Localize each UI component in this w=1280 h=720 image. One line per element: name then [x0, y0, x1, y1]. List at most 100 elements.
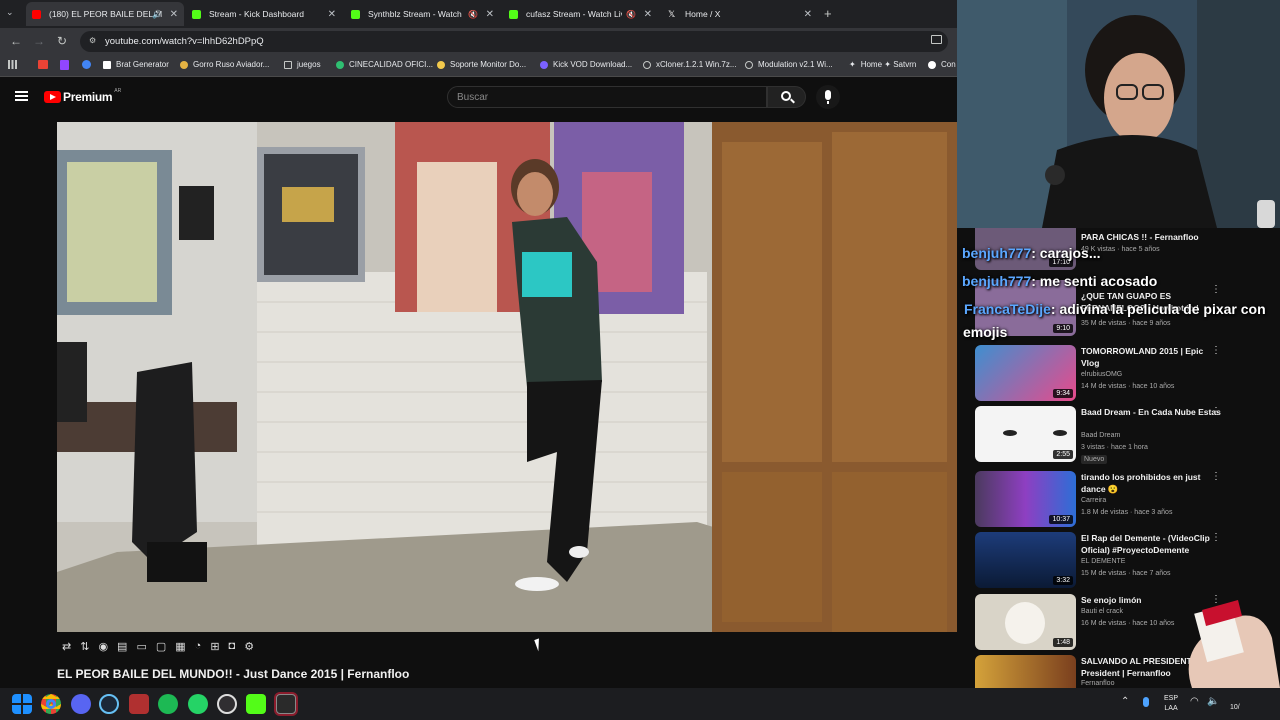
- settings-icon[interactable]: ⚙: [244, 640, 254, 656]
- tab-title: Stream - Kick Dashboard: [209, 9, 304, 19]
- bookmark-item[interactable]: xCloner.1.2.1 Win.7z...: [643, 60, 736, 69]
- steam-icon[interactable]: [99, 694, 119, 714]
- chat-username: benjuh777: [962, 273, 1032, 289]
- speaker-icon[interactable]: 🔊: [152, 10, 162, 19]
- epic-games-icon[interactable]: [276, 694, 296, 714]
- close-tab-icon[interactable]: ✕: [328, 9, 336, 20]
- gmail-icon[interactable]: [38, 60, 48, 69]
- bookmark-item[interactable]: Gorro Ruso Aviador...: [180, 60, 269, 69]
- folder-icon: [284, 60, 292, 69]
- chat-text: : adivina la pelicula de pixar con: [1050, 301, 1266, 317]
- duration-badge: 1:48: [1053, 638, 1073, 647]
- wifi-icon[interactable]: ◠: [1190, 696, 1199, 707]
- screenshot-icon[interactable]: ◘: [229, 640, 236, 656]
- language-indicator[interactable]: ESP LAA: [1164, 694, 1178, 714]
- tab-youtube[interactable]: (180) EL PEOR BAILE DEL M 🔊 ✕: [26, 2, 184, 26]
- muted-icon[interactable]: 🔇: [468, 10, 478, 19]
- theater-icon[interactable]: ▢: [156, 640, 166, 656]
- windows-taskbar: ⌃ ESP LAA ◠ 🔈 10/: [0, 688, 1280, 720]
- reload-icon[interactable]: ↻: [57, 34, 67, 48]
- new-badge: Nuevo: [1081, 455, 1108, 464]
- channel-name[interactable]: Carreira: [1081, 497, 1106, 504]
- duration-badge: 2:55: [1053, 450, 1073, 459]
- obs-icon[interactable]: [217, 694, 237, 714]
- video-title: TOMORROWLAND 2015 | Epic Vlog: [1081, 346, 1204, 368]
- video-thumbnail: 3:32: [975, 532, 1076, 588]
- video-player[interactable]: [57, 122, 957, 632]
- tab-cufasz[interactable]: cufasz Stream - Watch Live 🔇 ✕: [503, 2, 658, 26]
- tab-list-dropdown[interactable]: ⌄: [6, 7, 14, 18]
- grid-icon[interactable]: ▦: [175, 640, 185, 656]
- address-input[interactable]: ⚙ youtube.com/watch?v=lhhD62hDPpQ: [80, 31, 948, 52]
- discord-icon[interactable]: [71, 694, 91, 714]
- channel-name[interactable]: EL DEMENTE: [1081, 558, 1125, 565]
- bookmarks-bar: Brat Generator Gorro Ruso Aviador... jue…: [0, 55, 957, 77]
- close-tab-icon[interactable]: ✕: [486, 9, 494, 20]
- mic-tray-icon[interactable]: [1143, 697, 1149, 707]
- tab-synthblz[interactable]: Synthblz Stream - Watch Li 🔇 ✕: [345, 2, 500, 26]
- miniplayer-icon[interactable]: ▭: [136, 640, 146, 656]
- cast-icon[interactable]: [931, 35, 942, 44]
- channel-name[interactable]: Fernanfloo: [1081, 680, 1114, 687]
- bookmark-item[interactable]: Brat Generator: [103, 60, 169, 69]
- bookmark-item[interactable]: Soporte Monitor Do...: [437, 60, 526, 69]
- close-tab-icon[interactable]: ✕: [644, 9, 652, 20]
- apps-grid-icon[interactable]: [8, 60, 17, 69]
- back-icon[interactable]: ←: [10, 34, 22, 48]
- bookmark-blue-icon[interactable]: [82, 60, 91, 69]
- more-options-icon[interactable]: ⋮: [1211, 345, 1221, 356]
- channel-name[interactable]: Bauti el crack: [1081, 608, 1123, 615]
- bookmark-folder[interactable]: juegos: [284, 60, 321, 69]
- muted-icon[interactable]: 🔇: [626, 10, 636, 19]
- bookmark-item[interactable]: Modulation v2.1 Wi...: [745, 60, 833, 69]
- twitch-icon[interactable]: [60, 60, 69, 70]
- audio-icon[interactable]: ◉: [98, 640, 108, 656]
- player-toolbar: ⇄ ⇅ ◉ ▤ ▭ ▢ ▦ ◔ ⊞ ◘ ⚙: [62, 640, 254, 656]
- clock[interactable]: 10/: [1230, 704, 1240, 711]
- whatsapp-icon[interactable]: [188, 694, 208, 714]
- bookmark-item[interactable]: CINECALIDAD OFICI...: [336, 60, 433, 69]
- close-tab-icon[interactable]: ✕: [804, 9, 812, 20]
- app-icon[interactable]: [129, 694, 149, 714]
- menu-icon[interactable]: [15, 91, 28, 101]
- picture-in-picture-icon[interactable]: ⊞: [210, 640, 219, 656]
- close-tab-icon[interactable]: ✕: [170, 9, 178, 20]
- bookmark-item[interactable]: Con: [928, 60, 956, 69]
- speed-icon[interactable]: ◔: [195, 640, 202, 656]
- kick-app-icon[interactable]: [246, 694, 266, 714]
- tab-kick-dashboard[interactable]: Stream - Kick Dashboard ✕: [186, 2, 342, 26]
- youtube-logo[interactable]: Premium AR: [44, 88, 121, 104]
- duration-badge: 9:10: [1053, 324, 1073, 333]
- spotify-icon[interactable]: [158, 694, 178, 714]
- bookmark-item[interactable]: ✦ Home ✦ Satvrn: [849, 60, 916, 69]
- new-tab-icon[interactable]: +: [824, 6, 832, 21]
- more-options-icon[interactable]: ⋮: [1211, 471, 1221, 482]
- recommendation-item[interactable]: 9:34 TOMORROWLAND 2015 | Epic Vlog elrub…: [975, 345, 1275, 403]
- channel-name[interactable]: Baad Dream: [1081, 432, 1120, 439]
- loop-icon[interactable]: ⇄: [62, 640, 71, 656]
- tab-x-home[interactable]: 𝕏 Home / X ✕: [662, 2, 818, 26]
- search-button[interactable]: [767, 86, 806, 108]
- recommendation-item[interactable]: 10:37 tirando los prohibidos en just dan…: [975, 471, 1275, 529]
- video-title: Baad Dream - En Cada Nube Estas: [1081, 407, 1221, 417]
- tray-chevron-icon[interactable]: ⌃: [1121, 696, 1129, 707]
- more-options-icon[interactable]: ⋮: [1211, 284, 1221, 295]
- recommendation-item[interactable]: 3:32 El Rap del Demente - (VideoClip Ofi…: [975, 532, 1275, 590]
- volume-icon[interactable]: 🔈: [1207, 696, 1219, 707]
- kick-icon: [509, 9, 518, 19]
- duration-badge: 9:34: [1053, 389, 1073, 398]
- bookmark-item[interactable]: Kick VOD Download...: [540, 60, 632, 69]
- site-info-icon[interactable]: ⚙: [89, 36, 96, 45]
- channel-name[interactable]: elrubiusOMG: [1081, 371, 1122, 378]
- search-input[interactable]: Buscar: [447, 86, 767, 108]
- more-options-icon[interactable]: ⋮: [1211, 406, 1221, 417]
- chrome-icon[interactable]: [41, 694, 61, 714]
- forward-icon[interactable]: →: [33, 34, 45, 48]
- sort-icon[interactable]: ⇅: [80, 640, 89, 656]
- more-options-icon[interactable]: ⋮: [1211, 532, 1221, 543]
- tab-title: (180) EL PEOR BAILE DEL M: [49, 9, 163, 19]
- recommendation-item[interactable]: 2:55 Baad Dream - En Cada Nube Estas Baa…: [975, 406, 1275, 464]
- windows-start-icon[interactable]: [12, 694, 32, 714]
- voice-search-button[interactable]: [816, 85, 840, 109]
- subtitles-icon[interactable]: ▤: [117, 640, 127, 656]
